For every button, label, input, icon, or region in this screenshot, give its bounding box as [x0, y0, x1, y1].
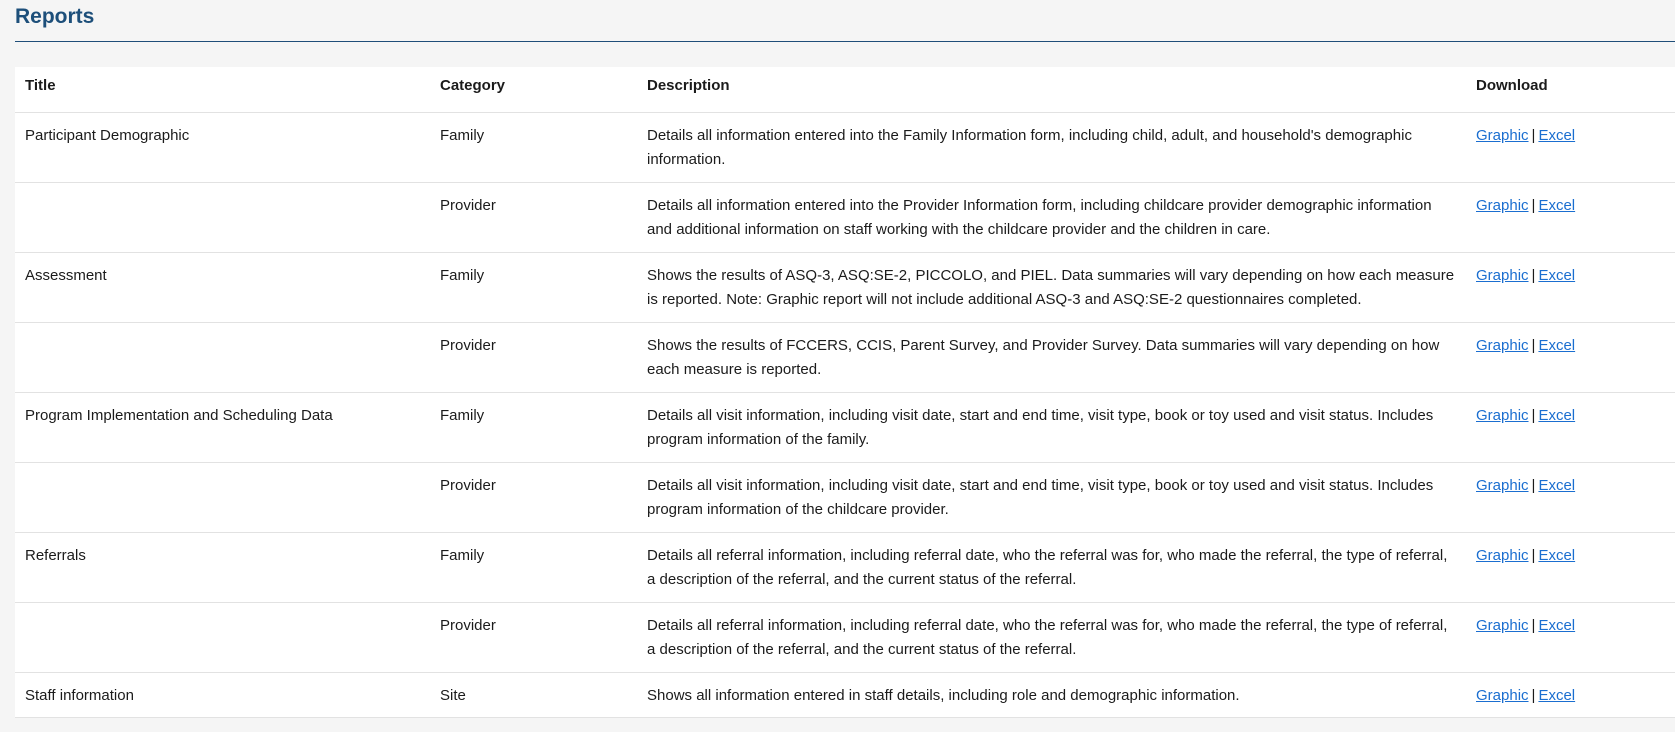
column-header-category: Category	[430, 67, 637, 113]
report-download-cell: Graphic | Excel	[1466, 322, 1675, 393]
reports-table: Title Category Description Download Part…	[15, 67, 1675, 718]
link-separator: |	[1531, 406, 1536, 424]
excel-download-link[interactable]: Excel	[1538, 477, 1575, 494]
report-category-cell: Family	[430, 252, 637, 323]
excel-download-link[interactable]: Excel	[1538, 197, 1575, 214]
report-description-cell: Details all information entered into the…	[637, 112, 1466, 183]
report-title-cell	[15, 462, 430, 533]
excel-download-link[interactable]: Excel	[1538, 337, 1575, 354]
reports-table-container: Title Category Description Download Part…	[15, 67, 1675, 718]
report-category-cell: Family	[430, 112, 637, 183]
graphic-download-link[interactable]: Graphic	[1476, 477, 1529, 494]
table-row: Referrals Family Details all referral info…	[15, 532, 1675, 603]
link-separator: |	[1531, 686, 1536, 704]
page-header: Reports	[15, 0, 1675, 42]
graphic-download-link[interactable]: Graphic	[1476, 267, 1529, 284]
table-row: Assessment Family Shows the results of ASQ…	[15, 252, 1675, 323]
graphic-download-link[interactable]: Graphic	[1476, 197, 1529, 214]
report-title-cell: Program Implementation and Scheduling Da…	[15, 392, 430, 463]
excel-download-link[interactable]: Excel	[1538, 687, 1575, 704]
report-description-cell: Details all visit information, including…	[637, 392, 1466, 463]
report-title-cell	[15, 322, 430, 393]
report-category-cell: Provider	[430, 462, 637, 533]
page-title: Reports	[15, 5, 95, 28]
graphic-download-link[interactable]: Graphic	[1476, 127, 1529, 144]
excel-download-link[interactable]: Excel	[1538, 267, 1575, 284]
link-separator: |	[1531, 546, 1536, 564]
table-row: Provider Details all referral information…	[15, 602, 1675, 673]
table-row: Program Implementation and Scheduling Da…	[15, 392, 1675, 463]
report-download-cell: Graphic | Excel	[1466, 602, 1675, 673]
report-download-cell: Graphic | Excel	[1466, 672, 1675, 718]
report-description-cell: Details all referral information, includ…	[637, 602, 1466, 673]
reports-page: Reports Title Category Description Downl…	[0, 0, 1675, 732]
report-description-cell: Details all referral information, includ…	[637, 532, 1466, 603]
table-row: Participant Demographic Family Details all…	[15, 112, 1675, 183]
report-title-cell	[15, 602, 430, 673]
report-category-cell: Family	[430, 532, 637, 603]
report-title-cell: Assessment	[15, 252, 430, 323]
report-description-cell: Shows the results of FCCERS, CCIS, Paren…	[637, 322, 1466, 393]
table-row: Provider Details all information entered …	[15, 182, 1675, 253]
report-download-cell: Graphic | Excel	[1466, 112, 1675, 183]
graphic-download-link[interactable]: Graphic	[1476, 337, 1529, 354]
excel-download-link[interactable]: Excel	[1538, 407, 1575, 424]
link-separator: |	[1531, 266, 1536, 284]
report-category-cell: Provider	[430, 322, 637, 393]
report-download-cell: Graphic | Excel	[1466, 252, 1675, 323]
column-header-description: Description	[637, 67, 1466, 113]
report-description-cell: Shows all information entered in staff d…	[637, 672, 1466, 718]
link-separator: |	[1531, 196, 1536, 214]
excel-download-link[interactable]: Excel	[1538, 547, 1575, 564]
column-header-download: Download	[1466, 67, 1675, 113]
report-title-cell	[15, 182, 430, 253]
report-description-cell: Details all information entered into the…	[637, 182, 1466, 253]
report-title-cell: Participant Demographic	[15, 112, 430, 183]
report-category-cell: Site	[430, 672, 637, 718]
report-download-cell: Graphic | Excel	[1466, 182, 1675, 253]
column-header-title: Title	[15, 67, 430, 113]
table-row: Staff information Site Shows all informati…	[15, 672, 1675, 718]
excel-download-link[interactable]: Excel	[1538, 127, 1575, 144]
report-category-cell: Family	[430, 392, 637, 463]
graphic-download-link[interactable]: Graphic	[1476, 547, 1529, 564]
report-description-cell: Shows the results of ASQ-3, ASQ:SE-2, PI…	[637, 252, 1466, 323]
link-separator: |	[1531, 476, 1536, 494]
excel-download-link[interactable]: Excel	[1538, 617, 1575, 634]
link-separator: |	[1531, 616, 1536, 634]
report-title-cell: Staff information	[15, 672, 430, 718]
graphic-download-link[interactable]: Graphic	[1476, 617, 1529, 634]
report-download-cell: Graphic | Excel	[1466, 462, 1675, 533]
table-body: Participant Demographic Family Details all…	[15, 112, 1675, 718]
report-download-cell: Graphic | Excel	[1466, 392, 1675, 463]
report-category-cell: Provider	[430, 182, 637, 253]
report-download-cell: Graphic | Excel	[1466, 532, 1675, 603]
table-header-row: Title Category Description Download	[15, 67, 1675, 113]
report-category-cell: Provider	[430, 602, 637, 673]
link-separator: |	[1531, 126, 1536, 144]
report-title-cell: Referrals	[15, 532, 430, 603]
table-row: Provider Details all visit information, i…	[15, 462, 1675, 533]
graphic-download-link[interactable]: Graphic	[1476, 687, 1529, 704]
report-description-cell: Details all visit information, including…	[637, 462, 1466, 533]
link-separator: |	[1531, 336, 1536, 354]
graphic-download-link[interactable]: Graphic	[1476, 407, 1529, 424]
table-row: Provider Shows the results of FCCERS, CCI…	[15, 322, 1675, 393]
